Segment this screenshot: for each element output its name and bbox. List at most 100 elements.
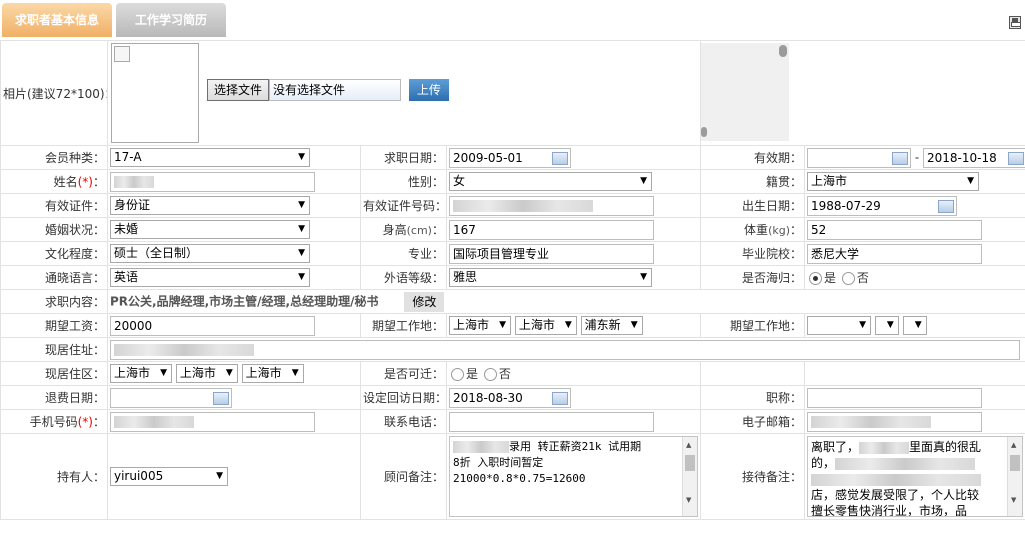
row-member-type: 会员种类： 17-A ▼ 求职日期： 2009-05-01 有效期： - 2018… xyxy=(0,145,1025,170)
refund-date-input[interactable] xyxy=(110,387,232,408)
apply-date-input[interactable]: 2009-05-01 xyxy=(449,147,571,168)
language-label: 通晓语言： xyxy=(0,265,108,290)
address-input[interactable] xyxy=(110,339,1020,360)
valid-period-end-input[interactable]: 2018-10-18 xyxy=(923,147,1025,168)
weight-label: 体重(kg)： xyxy=(700,217,806,242)
work-location-2-district-select[interactable]: ▼ xyxy=(902,316,927,335)
id-type-select[interactable]: 身份证 ▼ xyxy=(110,196,310,215)
calendar-icon[interactable] xyxy=(213,391,229,405)
mobile-label: 手机号码(*)： xyxy=(0,409,108,434)
edit-job-content-button[interactable]: 修改 xyxy=(404,291,445,312)
education-select[interactable]: 硕士（全日制） ▼ xyxy=(110,244,310,263)
phone-input[interactable] xyxy=(449,411,654,432)
photo-cell: 选择文件 没有选择文件 上传 xyxy=(106,40,702,146)
weight-input[interactable]: 52 xyxy=(807,219,983,240)
marital-select[interactable]: 未婚 ▼ xyxy=(110,220,310,239)
email-label: 电子邮箱： xyxy=(700,409,806,434)
height-input[interactable]: 167 xyxy=(449,219,654,240)
photo-right-cell xyxy=(700,40,1025,146)
birth-date-input[interactable]: 1988-07-29 xyxy=(807,195,958,216)
calendar-icon[interactable] xyxy=(1008,151,1025,165)
holder-select[interactable]: yirui005 ▼ xyxy=(110,467,228,486)
valid-period-start-input[interactable] xyxy=(807,147,912,168)
work-location-2-city-select[interactable]: ▼ xyxy=(874,316,899,335)
job-title-label: 职称： xyxy=(700,385,806,410)
choose-file-button[interactable]: 选择文件 xyxy=(207,79,270,101)
id-number-input[interactable] xyxy=(449,195,654,216)
district-city-select[interactable]: 上海市 ▼ xyxy=(175,364,238,383)
district-province-select[interactable]: 上海市 ▼ xyxy=(110,364,172,383)
name-input[interactable] xyxy=(110,171,315,192)
work-location-2-label: 期望工作地： xyxy=(700,313,806,338)
mobile-input[interactable] xyxy=(110,411,315,432)
tab-bar: 求职者基本信息 工作学习简历 xyxy=(0,0,1025,41)
relocate-yes-label: 是 xyxy=(466,367,479,381)
row-job-content: 求职内容： PR公关,品牌经理,市场主管/经理,总经理助理/秘书 修改 xyxy=(0,289,1025,314)
salary-input[interactable]: 20000 xyxy=(110,315,315,336)
returnee-label: 是否海归： xyxy=(700,265,806,290)
row-address: 现居住址： xyxy=(0,337,1025,362)
row-marital: 婚姻状况： 未婚 ▼ 身高(cm)： 167 体重(kg)： 52 xyxy=(0,217,1025,242)
calendar-icon[interactable] xyxy=(938,199,955,213)
calendar-icon[interactable] xyxy=(552,391,568,405)
name-label: 姓名(*)： xyxy=(0,169,108,194)
file-name-display: 没有选择文件 xyxy=(269,79,402,101)
major-label: 专业： xyxy=(360,241,447,266)
address-label: 现居住址： xyxy=(0,337,108,362)
row-contact: 手机号码(*)： 联系电话： 电子邮箱： xyxy=(0,409,1025,434)
language-select[interactable]: 英语 ▼ xyxy=(110,268,310,287)
major-input[interactable]: 国际项目管理专业 xyxy=(449,243,654,264)
relocate-no-radio[interactable] xyxy=(483,368,497,381)
calendar-icon[interactable] xyxy=(552,151,568,165)
applicant-form: 相片(建议72*100)： 选择文件 没有选择文件 上传 会员种类： 17-A … xyxy=(0,40,1025,520)
valid-period-label: 有效期： xyxy=(700,145,806,170)
save-icon[interactable] xyxy=(1009,16,1021,29)
gender-select[interactable]: 女 ▼ xyxy=(449,172,652,191)
row-language: 通晓语言： 英语 ▼ 外语等级： 雅思 ▼ 是否海归： 是 否 xyxy=(0,265,1025,290)
work-location-label: 期望工作地： xyxy=(360,313,447,338)
id-number-label: 有效证件号码： xyxy=(360,193,447,218)
row-name: 姓名(*)： 性别： 女 ▼ 籍贯： 上海市 ▼ xyxy=(0,169,1025,194)
apply-date-label: 求职日期： xyxy=(360,145,447,170)
refund-date-label: 退费日期： xyxy=(0,385,108,410)
holder-label: 持有人： xyxy=(0,433,108,520)
school-input[interactable]: 悉尼大学 xyxy=(807,243,983,264)
work-location-2-province-select[interactable]: ▼ xyxy=(807,316,872,335)
work-location-district-select[interactable]: 浦东新 ▼ xyxy=(580,316,643,335)
reception-note-textarea[interactable]: 离职了， 里面真的很乱 的， 店，感觉发展受限了，个人比较 擅长零售快消行业，市场… xyxy=(807,436,1024,517)
photo-row: 相片(建议72*100)： 选择文件 没有选择文件 上传 xyxy=(0,40,1025,146)
email-input[interactable] xyxy=(807,411,983,432)
district-label: 现居住区： xyxy=(0,361,108,386)
phone-label: 联系电话： xyxy=(360,409,447,434)
language-level-select[interactable]: 雅思 ▼ xyxy=(449,268,652,287)
tab-work-study-resume[interactable]: 工作学习简历 xyxy=(116,3,226,37)
member-type-select[interactable]: 17-A ▼ xyxy=(110,148,310,167)
row-id: 有效证件： 身份证 ▼ 有效证件号码： 出生日期： 1988-07-29 xyxy=(0,193,1025,218)
revisit-date-input[interactable]: 2018-08-30 xyxy=(449,387,571,408)
work-location-province-select[interactable]: 上海市 ▼ xyxy=(449,316,511,335)
relocate-yes-radio[interactable] xyxy=(451,368,464,381)
district-area-select[interactable]: 上海市 ▼ xyxy=(241,364,304,383)
education-label: 文化程度： xyxy=(0,241,108,266)
id-type-label: 有效证件： xyxy=(0,193,108,218)
revisit-date-label: 设定回访日期： xyxy=(360,385,447,410)
marital-label: 婚姻状况： xyxy=(0,217,108,242)
calendar-icon[interactable] xyxy=(892,151,909,165)
origin-label: 籍贯： xyxy=(700,169,806,194)
advisor-note-textarea[interactable]: 录用 转正薪资21k 试用期 8折 入职时间暂定 21000*0.8*0.75=… xyxy=(449,436,698,517)
advisor-note-label: 顾问备注： xyxy=(360,433,447,520)
job-title-input[interactable] xyxy=(807,387,983,408)
tab-basic-info[interactable]: 求职者基本信息 xyxy=(2,3,112,37)
reception-note-label: 接待备注： xyxy=(700,433,806,520)
school-label: 毕业院校： xyxy=(700,241,806,266)
origin-select[interactable]: 上海市 ▼ xyxy=(807,172,980,191)
height-label: 身高(cm)： xyxy=(360,217,447,242)
row-district: 现居住区： 上海市 ▼ 上海市 ▼ 上海市 ▼ 是否可迁： 是 否 xyxy=(0,361,1025,386)
upload-button[interactable]: 上传 xyxy=(408,79,449,101)
work-location-city-select[interactable]: 上海市 ▼ xyxy=(514,316,577,335)
returnee-yes-radio[interactable] xyxy=(809,272,823,285)
row-notes: 持有人： yirui005 ▼ 顾问备注： 录用 转正薪资21k 试用期 8折 入… xyxy=(0,433,1025,520)
member-type-label: 会员种类： xyxy=(0,145,108,170)
returnee-no-radio[interactable] xyxy=(841,272,855,285)
row-education: 文化程度： 硕士（全日制） ▼ 专业： 国际项目管理专业 毕业院校： 悉尼大学 xyxy=(0,241,1025,266)
